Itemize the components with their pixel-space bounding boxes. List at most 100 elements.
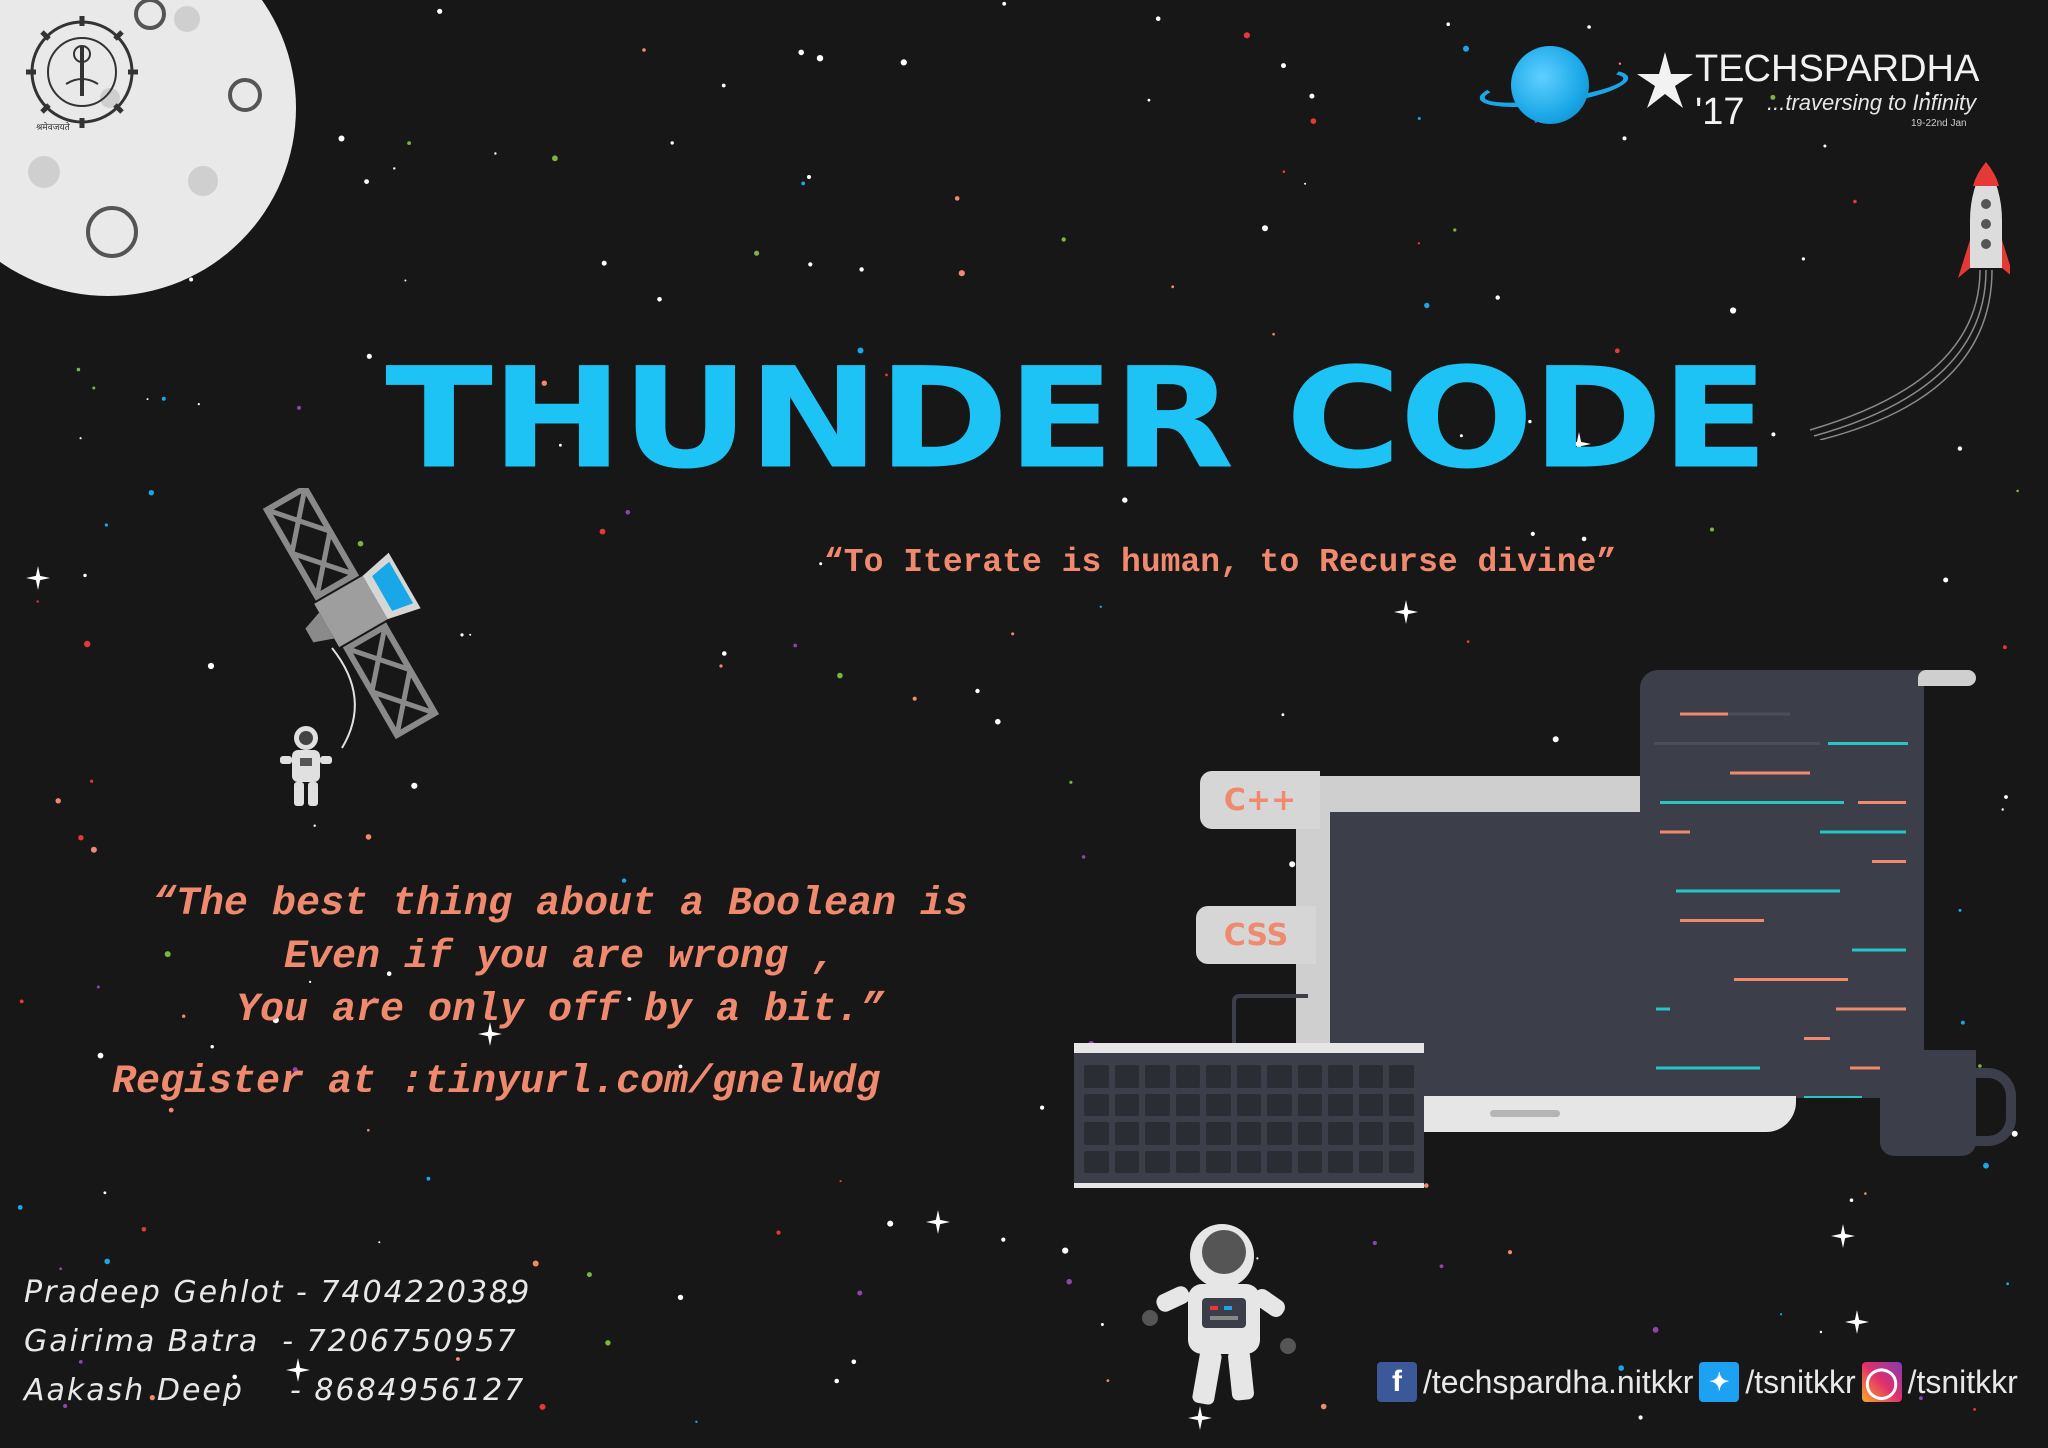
- star: [1622, 136, 1627, 141]
- star: [1961, 1020, 1965, 1025]
- star: [79, 437, 82, 440]
- star: [210, 1045, 214, 1049]
- register-link[interactable]: Register at :tinyurl.com/gnelwdg: [112, 1060, 880, 1105]
- star: [837, 672, 843, 679]
- quote-line: Even if you are wrong ,: [283, 935, 837, 980]
- star: [1424, 1183, 1429, 1188]
- star: [92, 386, 96, 390]
- star: [670, 141, 674, 145]
- moon-crater: [188, 166, 218, 196]
- star: [2011, 1130, 2018, 1137]
- keyboard-key: [1389, 1150, 1414, 1173]
- keyboard-key: [1206, 1122, 1231, 1145]
- code-lines: [1654, 712, 1908, 1098]
- star: [338, 135, 345, 142]
- star: [2003, 645, 2007, 650]
- keyboard-key: [1084, 1093, 1109, 1116]
- star: [1417, 242, 1421, 245]
- keyboard-key: [1206, 1093, 1231, 1116]
- sparkle-star: [1845, 1310, 1869, 1334]
- star: [995, 718, 1001, 725]
- poster: श्रमेवजयते TECHSPARDHA '17 ...traversing…: [0, 0, 2048, 1448]
- star: [801, 181, 806, 186]
- star: [17, 1205, 23, 1210]
- moon-crater: [174, 6, 200, 32]
- star: [552, 155, 558, 162]
- star: [958, 270, 965, 277]
- star: [1958, 908, 1962, 912]
- star: [83, 573, 87, 578]
- star: [1001, 1237, 1006, 1242]
- star: [807, 175, 811, 179]
- twitter-handle[interactable]: /tsnitkkr: [1745, 1364, 1855, 1401]
- star: [1272, 332, 1275, 336]
- keyboard-keys: [1084, 1065, 1414, 1173]
- star: [297, 405, 301, 410]
- star: [1453, 228, 1457, 232]
- star: [494, 152, 497, 155]
- star: [954, 196, 960, 201]
- keyboard-key: [1236, 1065, 1262, 1088]
- star: [975, 688, 980, 694]
- twitter-icon[interactable]: ✦: [1699, 1362, 1740, 1402]
- star: [839, 1180, 842, 1183]
- star: [532, 1260, 539, 1267]
- star: [1424, 302, 1430, 309]
- code-sheet-curl: [1918, 670, 1976, 686]
- star: [677, 1294, 684, 1301]
- star: [834, 1378, 839, 1384]
- keyboard-key: [1114, 1122, 1140, 1145]
- star: [1957, 446, 1963, 451]
- star: [364, 179, 369, 185]
- star: [1002, 1, 1007, 6]
- star: [657, 297, 662, 302]
- star: [1243, 32, 1250, 39]
- facebook-handle[interactable]: /techspardha.nitkkr: [1423, 1364, 1693, 1401]
- star: [104, 1258, 110, 1265]
- star: [1081, 855, 1086, 859]
- star: [161, 396, 166, 401]
- planet-icon: [1511, 46, 1589, 124]
- star: [207, 662, 215, 670]
- star: [539, 1403, 546, 1410]
- keyboard-key: [1114, 1150, 1140, 1173]
- star: [1864, 1192, 1867, 1195]
- star: [601, 260, 607, 266]
- event-title: THUNDER CODE: [385, 338, 1769, 500]
- contact-list: Pradeep Gehlot - 7404220389 Gairima Batr…: [24, 1268, 531, 1415]
- keyboard-key: [1236, 1150, 1262, 1173]
- boolean-quote: “The best thing about a Boolean is Even …: [80, 878, 1040, 1037]
- star: [642, 48, 646, 52]
- contact-entry: Aakash Deep - 8684956127: [24, 1373, 526, 1408]
- brand-header: TECHSPARDHA '17 ...traversing to Infinit…: [1475, 40, 1995, 135]
- keyboard-key: [1389, 1065, 1414, 1088]
- star: [90, 846, 97, 853]
- keyboard-key: [1297, 1093, 1323, 1116]
- star: [1983, 1162, 1989, 1169]
- keyboard-key: [1114, 1065, 1140, 1088]
- mug-icon: [1880, 1050, 1976, 1156]
- star: [722, 651, 727, 656]
- instagram-icon[interactable]: ◯: [1861, 1362, 1902, 1402]
- star: [1710, 527, 1714, 532]
- star: [367, 1128, 370, 1132]
- keyboard-key: [1206, 1150, 1231, 1173]
- star: [36, 600, 39, 603]
- star: [1823, 144, 1827, 148]
- star: [1495, 295, 1500, 300]
- star: [1552, 736, 1559, 743]
- facebook-icon[interactable]: f: [1377, 1362, 1417, 1402]
- star: [84, 640, 91, 648]
- star: [97, 1052, 104, 1059]
- star: [857, 1290, 863, 1296]
- instagram-handle[interactable]: /tsnitkkr: [1908, 1364, 2018, 1401]
- keyboard-key: [1175, 1122, 1201, 1145]
- contact-entry: Pradeep Gehlot - 7404220389: [24, 1275, 532, 1310]
- keyboard-key: [1114, 1093, 1140, 1116]
- star: [1069, 780, 1073, 784]
- star: [2001, 808, 2004, 811]
- star: [313, 824, 316, 827]
- star: [141, 1227, 147, 1232]
- laptop-notch: [1490, 1110, 1560, 1117]
- star: [1062, 1247, 1069, 1254]
